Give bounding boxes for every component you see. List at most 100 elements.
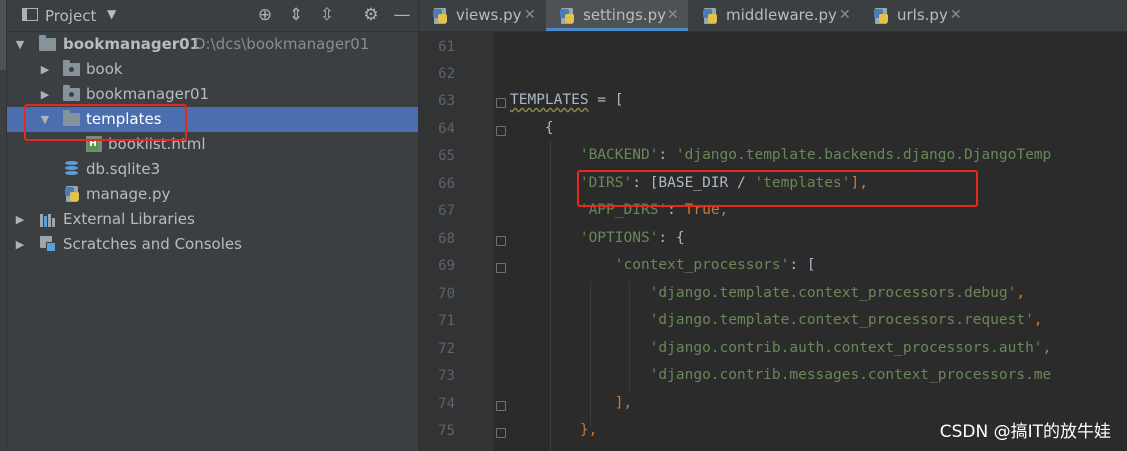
code-line-74: ], [510,395,632,411]
chevron-down-icon[interactable]: ▼ [13,32,27,57]
tree-item-book[interactable]: ▶ book [7,57,418,82]
watermark: CSDN @搞IT的放牛娃 [939,422,1111,442]
minimize-icon[interactable]: — [392,5,412,25]
code-editor[interactable]: 61 62 63 64 65 66 67 68 69 70 71 72 73 7… [419,32,1127,451]
expand-all-icon[interactable]: ⇕ [286,5,306,25]
highlight-box-templates [24,104,187,141]
tree-item-label: book [86,60,123,78]
tree-item-external-libraries[interactable]: ▶ External Libraries [7,207,418,232]
code-line-63: TEMPLATES = [ [510,92,624,108]
line-number: 70 [438,286,455,302]
tab-label: settings.py [583,6,666,24]
tree-item-db-sqlite3[interactable]: db.sqlite3 [7,157,418,182]
line-number: 73 [438,368,455,384]
code-token: , [1016,285,1026,301]
package-folder-icon [63,60,80,76]
code-token: , [1042,340,1052,356]
project-panel-header: Project ▼ ⊕ ⇕ ⇳ ⚙ — [7,0,418,32]
project-panel: Project ▼ ⊕ ⇕ ⇳ ⚙ — ▼ bookmanager01 D:\d… [7,0,419,451]
close-icon[interactable]: ✕ [950,0,962,31]
editor-tab-bar: views.py ✕ settings.py ✕ middleware.py ✕… [419,0,1127,32]
code-line-69: 'context_processors': [ [510,257,816,273]
package-folder-icon [63,85,80,101]
project-panel-title[interactable]: Project [45,7,96,25]
chevron-right-icon[interactable]: ▶ [13,232,27,257]
tree-item-label: Scratches and Consoles [63,235,242,253]
tree-item-label: db.sqlite3 [86,160,161,178]
code-line-70: 'django.template.context_processors.debu… [510,285,1025,301]
line-number: 75 [438,423,455,439]
line-number: 74 [438,396,455,412]
code-token: = [ [588,92,624,108]
code-token: 'OPTIONS' [579,230,659,246]
line-number: 72 [438,341,455,357]
left-tool-strip [0,0,7,451]
fold-marker-icon[interactable] [496,236,506,246]
line-number: 69 [438,258,455,274]
scratches-icon [40,236,56,252]
line-number: 66 [438,176,455,192]
code-token: : [ [789,257,816,273]
close-icon[interactable]: ✕ [839,0,851,31]
tree-item-scratches[interactable]: ▶ Scratches and Consoles [7,232,418,257]
tree-item-manage-py[interactable]: manage.py [7,182,418,207]
tab-views-py[interactable]: views.py ✕ [419,0,545,31]
fold-marker-icon[interactable] [496,401,506,411]
line-number: 61 [438,39,455,55]
tree-item-bookmanager01-root[interactable]: ▼ bookmanager01 D:\dcs\bookmanager01 [7,32,418,57]
code-token: 'django.template.context_processors.debu… [649,285,1017,301]
tree-item-label: External Libraries [63,210,195,228]
tab-label: middleware.py [726,6,837,24]
code-token: TEMPLATES [510,92,589,108]
tab-settings-py[interactable]: settings.py ✕ [546,0,688,31]
gear-icon[interactable]: ⚙ [361,5,381,25]
code-line-68: 'OPTIONS': { [510,230,685,246]
folder-icon [39,35,56,51]
line-number: 68 [438,231,455,247]
python-file-icon [702,8,718,24]
line-number: 67 [438,203,455,219]
code-token: , [1033,312,1043,328]
tab-label: views.py [456,6,522,24]
highlight-box-dirs [577,170,978,207]
fold-marker-icon[interactable] [496,428,506,438]
project-path: D:\dcs\bookmanager01 [194,35,370,53]
code-line-73: 'django.contrib.messages.context_process… [510,367,1052,383]
collapse-all-icon[interactable]: ⇳ [317,5,337,25]
code-token: : { [658,230,685,246]
code-line-65: 'BACKEND': 'django.template.backends.dja… [510,147,1051,163]
line-number: 64 [438,121,455,137]
tab-middleware-py[interactable]: middleware.py ✕ [689,0,859,31]
code-token: 'context_processors' [614,257,790,273]
chevron-down-icon[interactable]: ▼ [107,7,116,21]
locate-icon[interactable]: ⊕ [255,5,275,25]
python-file-icon [559,8,575,24]
code-token: 'django.template.backends.django.DjangoT… [675,147,1052,163]
tab-urls-py[interactable]: urls.py ✕ [860,0,972,31]
project-view-icon [22,8,38,21]
close-icon[interactable]: ✕ [667,0,679,31]
chevron-right-icon[interactable]: ▶ [38,57,52,82]
tab-label: urls.py [897,6,948,24]
fold-marker-icon[interactable] [496,263,506,273]
code-token: 'django.contrib.auth.context_processors.… [649,340,1043,356]
fold-marker-icon[interactable] [496,126,506,136]
chevron-right-icon[interactable]: ▶ [13,207,27,232]
code-line-64: { [510,120,554,136]
fold-marker-icon[interactable] [496,98,506,108]
tree-item-label: bookmanager01 [63,35,201,53]
code-line-75: }, [510,422,597,438]
close-icon[interactable]: ✕ [524,0,536,31]
code-line-71: 'django.template.context_processors.requ… [510,312,1043,328]
code-token: }, [579,422,598,438]
code-line-72: 'django.contrib.auth.context_processors.… [510,340,1052,356]
code-token: { [544,120,554,136]
code-token: 'django.template.context_processors.requ… [649,312,1034,328]
line-number: 65 [438,148,455,164]
line-number: 62 [438,66,455,82]
python-file-icon [64,186,80,202]
tree-item-label: manage.py [86,185,171,203]
libraries-icon [40,213,58,227]
line-number: 71 [438,313,455,329]
project-tool-tab[interactable] [0,0,6,70]
